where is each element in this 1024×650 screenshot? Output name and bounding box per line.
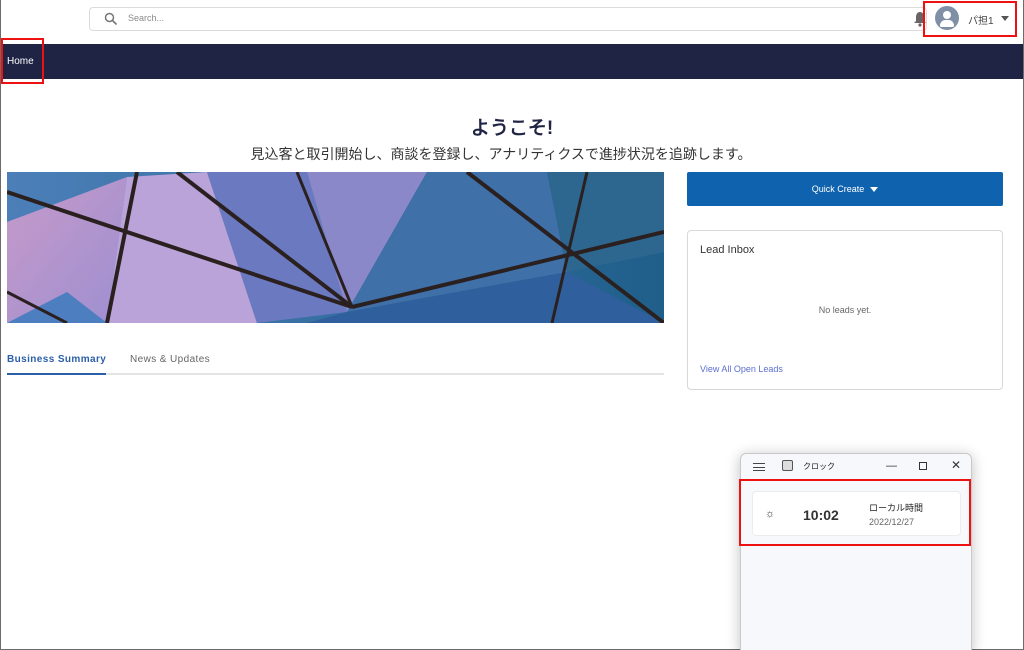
highlight-box-clock [739,479,971,546]
tab-business-summary[interactable]: Business Summary [7,354,107,375]
search-placeholder: Search... [128,13,165,23]
maximize-button[interactable] [919,462,927,470]
window-titlebar[interactable]: クロック — ✕ [741,454,971,478]
window-title: クロック [803,462,835,471]
quick-create-button[interactable]: Quick Create [687,172,1003,206]
page-title: ようこそ! [470,118,554,139]
view-all-open-leads-link[interactable]: View All Open Leads [700,364,783,374]
close-button[interactable]: ✕ [951,458,961,472]
top-bar: Search... パ担1 [1,0,1023,44]
lead-inbox-title: Lead Inbox [700,244,755,256]
chevron-down-icon [870,187,879,193]
page-subtitle: 見込客と取引開始し、商談を登録し、アナリティクスで進捗状況を追跡します。 [250,146,752,162]
tab-bar: Business Summary News & Updates [7,348,664,375]
search-input[interactable]: Search... [89,7,927,31]
tab-news-updates[interactable]: News & Updates [130,354,210,365]
quick-create-label: Quick Create [811,184,865,194]
minimize-button[interactable]: — [886,460,897,472]
banner-image [7,172,664,323]
highlight-box-user [923,1,1017,37]
highlight-box-home [1,38,44,84]
clock-app-icon [782,460,793,471]
empty-state-text: No leads yet. [818,305,872,315]
geometric-banner-art [7,172,664,323]
hamburger-menu-icon[interactable] [753,463,765,471]
nav-bar: Home [1,44,1023,79]
search-icon [104,12,118,26]
lead-inbox-card: Lead Inbox No leads yet. View All Open L… [687,230,1003,390]
